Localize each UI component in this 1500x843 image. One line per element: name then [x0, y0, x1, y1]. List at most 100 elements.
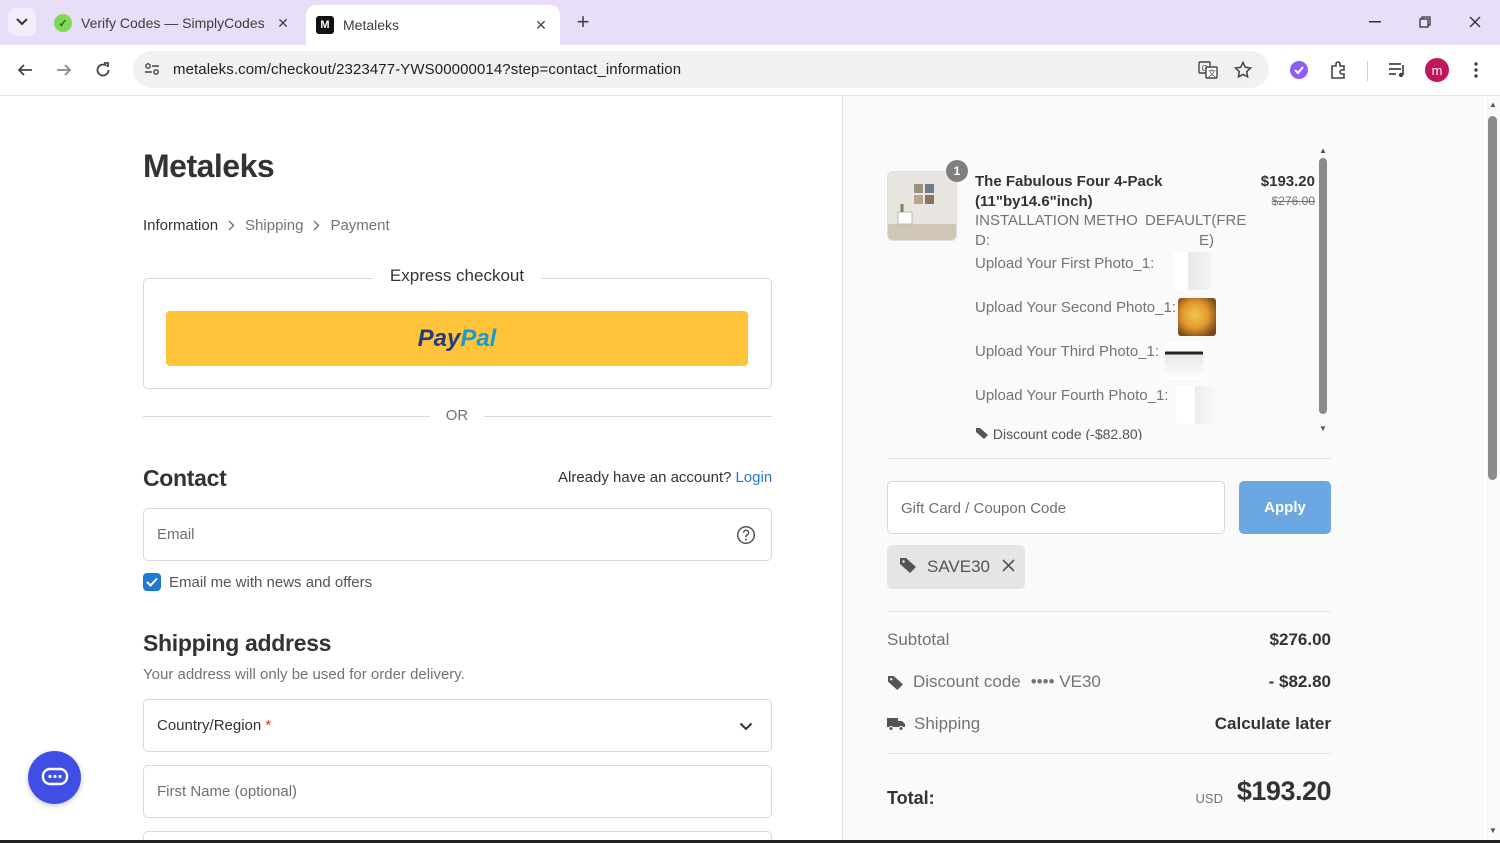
coupon-code-input[interactable]: Gift Card / Coupon Code	[887, 481, 1225, 534]
total-value: $193.20	[1236, 776, 1332, 806]
express-checkout-title: Express checkout	[373, 266, 541, 286]
option-value: DEFAULT(FRE E)	[1145, 212, 1247, 249]
country-placeholder: Country/Region *	[157, 717, 272, 734]
translate-icon[interactable]: G文	[1196, 58, 1220, 82]
tag-icon	[975, 426, 993, 440]
tab-title: Metaleks	[343, 17, 400, 33]
checkout-main: Metaleks Information Shipping Payment Ex…	[0, 96, 842, 843]
metaleks-favicon-icon: M	[316, 16, 334, 34]
arrow-right-icon	[57, 64, 72, 76]
site-info-icon[interactable]	[141, 58, 163, 80]
media-controls-icon[interactable]	[1384, 57, 1410, 83]
breadcrumb-shipping[interactable]: Shipping	[245, 217, 303, 234]
chevron-right-icon	[228, 218, 235, 234]
option-label: INSTALLATION METHO D:	[975, 212, 1138, 249]
close-window-button[interactable]	[1460, 8, 1490, 36]
quantity-badge: 1	[946, 160, 968, 182]
simplycodes-favicon-icon: ✓	[54, 14, 72, 32]
browser-tab-bar: ✓ Verify Codes — SimplyCodes ✕ M Metalek…	[0, 0, 1500, 45]
restore-button[interactable]	[1410, 8, 1440, 36]
paypal-logo-pal: Pal	[460, 324, 497, 352]
breadcrumb-payment[interactable]: Payment	[330, 217, 389, 234]
chevron-down-icon	[735, 715, 757, 737]
uploaded-photo-thumbnail	[1173, 252, 1211, 290]
item-discount-line: Discount code (-$82.80)	[975, 426, 1142, 440]
reload-button[interactable]	[88, 55, 118, 85]
tab-search-button[interactable]	[8, 8, 36, 36]
uploaded-photo-thumbnail	[1178, 298, 1216, 336]
login-link[interactable]: Login	[735, 469, 772, 486]
extensions-puzzle-icon[interactable]	[1326, 57, 1352, 83]
scroll-down-arrow[interactable]: ▼	[1318, 424, 1328, 433]
shipping-note: Your address will only be used for order…	[143, 666, 465, 683]
currency-code: USD	[1195, 791, 1223, 806]
scroll-down-arrow[interactable]: ▼	[1488, 826, 1498, 835]
shipping-row: Shipping Calculate later	[887, 714, 1331, 734]
tag-icon	[887, 675, 904, 690]
news-checkbox-row[interactable]: Email me with news and offers	[143, 573, 372, 591]
restore-icon	[1419, 16, 1431, 28]
browser-menu-icon[interactable]	[1463, 57, 1489, 83]
country-region-select[interactable]: Country/Region *	[143, 699, 772, 752]
forward-button[interactable]	[49, 55, 79, 85]
tab-verify-codes[interactable]: ✓ Verify Codes — SimplyCodes ✕	[44, 6, 302, 40]
new-tab-button[interactable]: +	[571, 10, 595, 34]
coupon-placeholder: Gift Card / Coupon Code	[901, 500, 1067, 517]
profile-avatar[interactable]: m	[1425, 58, 1449, 82]
first-name-field[interactable]: First Name (optional)	[143, 765, 772, 818]
tab-metaleks[interactable]: M Metaleks ✕	[306, 5, 560, 45]
first-name-placeholder: First Name (optional)	[157, 783, 298, 800]
upload-first-photo-label: Upload Your First Photo_1:	[975, 255, 1155, 272]
breadcrumb-information[interactable]: Information	[143, 217, 218, 234]
discount-code-masked: •••• VE30	[1030, 672, 1101, 691]
uploaded-photo-thumbnail	[1176, 386, 1214, 424]
browser-toolbar: metaleks.com/checkout/2323477-YWS0000001…	[0, 45, 1500, 96]
shipping-address-heading: Shipping address	[143, 630, 332, 656]
account-prompt-text: Already have an account?	[558, 469, 732, 486]
divider	[143, 416, 430, 417]
email-field[interactable]: Email	[143, 508, 772, 561]
line-items-scrollbar[interactable]	[1319, 158, 1327, 414]
paypal-button[interactable]: Pay Pal	[166, 311, 748, 366]
minimize-button[interactable]	[1360, 8, 1390, 36]
close-tab-icon[interactable]: ✕	[274, 14, 292, 32]
extension-simplycodes-icon[interactable]	[1286, 57, 1312, 83]
chat-widget-button[interactable]	[28, 751, 81, 804]
store-logo-text[interactable]: Metaleks	[143, 148, 275, 185]
scroll-up-arrow[interactable]: ▲	[1318, 146, 1328, 155]
checkmark-icon	[146, 577, 158, 587]
reload-icon	[96, 62, 110, 77]
product-original-price: $276.00	[1271, 194, 1315, 208]
product-name: The Fabulous Four 4-Pack (11"by14.6"inch…	[975, 173, 1163, 210]
scroll-up-arrow[interactable]: ▲	[1488, 100, 1498, 109]
discount-row: Discount code •••• VE30 - $82.80	[887, 672, 1331, 692]
upload-third-photo-label: Upload Your Third Photo_1:	[975, 343, 1160, 360]
discount-label: Discount code	[913, 672, 1021, 691]
page-scrollbar[interactable]: ▲ ▼	[1486, 96, 1500, 843]
page-scrollbar-thumb[interactable]	[1488, 116, 1497, 480]
news-checkbox[interactable]	[143, 573, 161, 591]
shipping-value: Calculate later	[1214, 714, 1331, 733]
toolbar-divider	[1367, 61, 1368, 81]
address-bar[interactable]: metaleks.com/checkout/2323477-YWS0000001…	[133, 51, 1269, 88]
truck-icon	[887, 717, 905, 731]
applied-coupon-code: SAVE30	[927, 557, 991, 576]
svg-text:文: 文	[1208, 68, 1216, 78]
close-icon	[1469, 16, 1481, 28]
divider	[887, 611, 1331, 612]
close-tab-icon[interactable]: ✕	[532, 16, 550, 34]
help-circle-icon[interactable]	[735, 524, 757, 546]
bookmark-star-icon[interactable]	[1231, 58, 1255, 82]
uploaded-photo-thumbnail	[1165, 342, 1203, 380]
applied-coupon-tag: SAVE30	[887, 545, 1025, 589]
back-button[interactable]	[10, 55, 40, 85]
subtotal-label: Subtotal	[887, 630, 950, 649]
remove-coupon-icon[interactable]	[1002, 557, 1015, 577]
subtotal-value: $276.00	[1269, 630, 1331, 649]
tab-title: Verify Codes — SimplyCodes	[81, 15, 265, 31]
product-thumbnail	[887, 171, 957, 241]
account-prompt: Already have an account? Login	[558, 469, 772, 486]
tag-icon	[899, 557, 917, 578]
chevron-down-icon	[16, 18, 28, 26]
apply-coupon-button[interactable]: Apply	[1239, 481, 1331, 534]
